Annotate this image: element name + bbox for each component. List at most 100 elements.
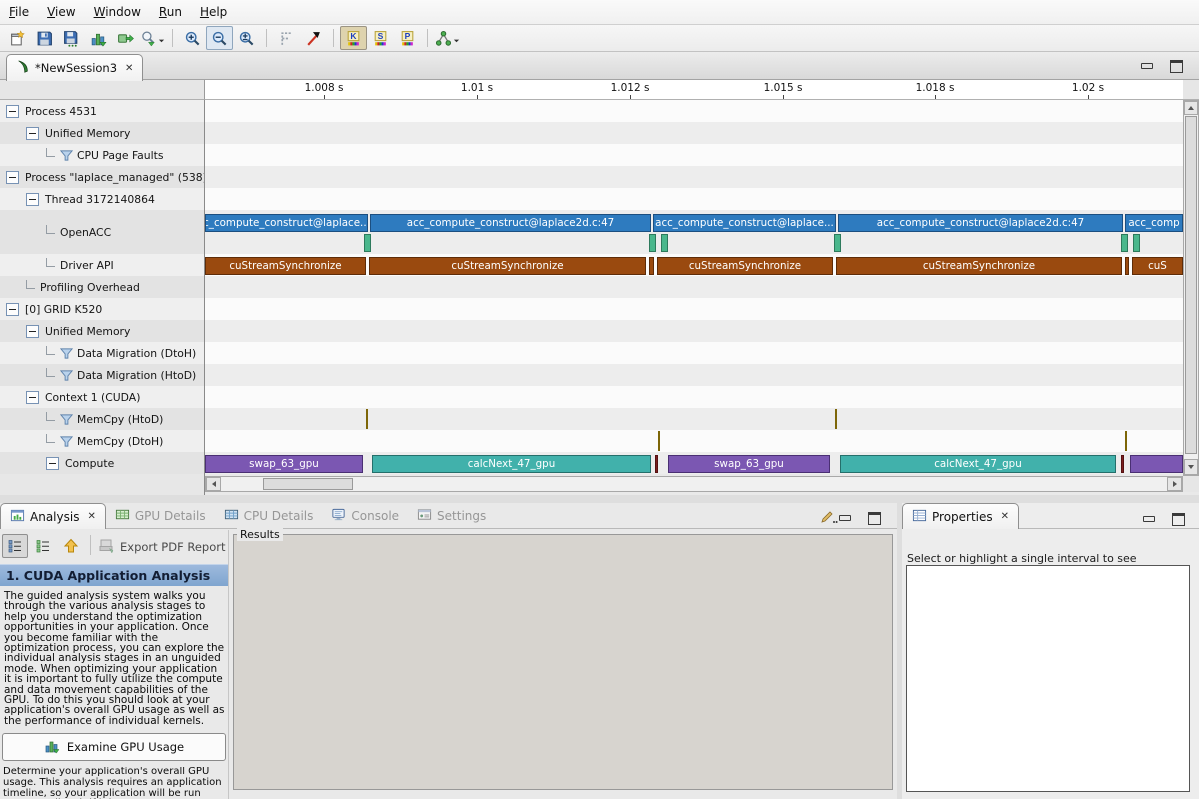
- analysis-back-button[interactable]: [58, 534, 84, 558]
- openacc-wait-marker[interactable]: [661, 234, 668, 252]
- collapse-toggle-icon[interactable]: [6, 105, 19, 118]
- tab-gpu-details[interactable]: GPU Details: [106, 503, 215, 528]
- minimize-icon[interactable]: [1141, 63, 1153, 69]
- driver-api-interval[interactable]: cuS: [1132, 257, 1183, 275]
- tab-settings[interactable]: Settings: [408, 503, 495, 528]
- horizontal-scrollbar[interactable]: [205, 476, 1183, 492]
- menu-window[interactable]: Window: [85, 1, 150, 23]
- tree-row-data-migration-dtoh[interactable]: Data Migration (DtoH): [0, 342, 204, 364]
- chevron-down-icon[interactable]: [158, 29, 165, 48]
- examine-gpu-usage-button[interactable]: Examine GPU Usage: [2, 733, 226, 761]
- tab-cpu-details[interactable]: CPU Details: [215, 503, 323, 528]
- tree-row-process-laplace-managed-538[interactable]: Process "laplace_managed" (538): [0, 166, 204, 188]
- chevron-down-icon[interactable]: [453, 29, 460, 48]
- maximize-icon[interactable]: [868, 512, 881, 525]
- compute-kernel-interval[interactable]: [1130, 455, 1183, 473]
- openacc-interval[interactable]: c_compute_construct@laplace...: [205, 214, 368, 232]
- collapse-toggle-icon[interactable]: [46, 457, 59, 470]
- view-menu-pencil-icon[interactable]: [820, 509, 838, 525]
- minimize-icon[interactable]: [1143, 516, 1155, 522]
- compute-kernel-interval[interactable]: [655, 455, 658, 473]
- scroll-down-button[interactable]: [1184, 459, 1198, 475]
- tree-row-unified-memory[interactable]: Unified Memory: [0, 122, 204, 144]
- zoom-in-button[interactable]: [179, 26, 206, 50]
- driver-api-interval[interactable]: cuStreamSynchronize: [836, 257, 1122, 275]
- memcpy-htod-marker[interactable]: [366, 409, 368, 429]
- menu-help[interactable]: Help: [191, 1, 236, 23]
- run-application-button[interactable]: [112, 26, 139, 50]
- collapse-toggle-icon[interactable]: [6, 303, 19, 316]
- driver-api-interval[interactable]: cuStreamSynchronize: [657, 257, 833, 275]
- zoom-out-button[interactable]: [206, 26, 233, 50]
- tree-row-thread-3172140864[interactable]: Thread 3172140864: [0, 188, 204, 210]
- driver-api-interval[interactable]: [1125, 257, 1129, 275]
- openacc-wait-marker[interactable]: [1133, 234, 1140, 252]
- save-as-button[interactable]: [58, 26, 85, 50]
- openacc-wait-marker[interactable]: [1121, 234, 1128, 252]
- color-by-stream-button[interactable]: S: [367, 26, 394, 50]
- tree-row-driver-api[interactable]: Driver API: [0, 254, 204, 276]
- tree-row-profiling-overhead[interactable]: Profiling Overhead: [0, 276, 204, 298]
- goto-marker-button[interactable]: [300, 26, 327, 50]
- close-icon[interactable]: ✕: [125, 63, 133, 74]
- filter-funnel-icon[interactable]: [60, 435, 73, 448]
- tab-session[interactable]: *NewSession3 ✕: [6, 54, 143, 81]
- save-button[interactable]: [31, 26, 58, 50]
- analysis-unguided-view-button[interactable]: [30, 534, 56, 558]
- tree-row-cpu-page-faults[interactable]: CPU Page Faults: [0, 144, 204, 166]
- close-icon[interactable]: ✕: [87, 511, 95, 522]
- memcpy-dtoh-marker[interactable]: [1125, 431, 1127, 451]
- horizontal-scroll-thumb[interactable]: [263, 478, 353, 490]
- minimize-icon[interactable]: [839, 515, 851, 521]
- compute-kernel-interval[interactable]: calcNext_47_gpu: [840, 455, 1116, 473]
- maximize-icon[interactable]: [1172, 513, 1185, 526]
- topology-button[interactable]: [434, 26, 461, 50]
- openacc-interval[interactable]: acc_compute_construct@laplace2d.c:47: [370, 214, 651, 232]
- compute-kernel-interval[interactable]: swap_63_gpu: [668, 455, 830, 473]
- driver-api-interval[interactable]: cuStreamSynchronize: [205, 257, 366, 275]
- filter-funnel-icon[interactable]: [60, 149, 73, 162]
- tree-row-data-migration-htod[interactable]: Data Migration (HtoD): [0, 364, 204, 386]
- openacc-wait-marker[interactable]: [649, 234, 656, 252]
- filter-funnel-icon[interactable]: [60, 413, 73, 426]
- tree-row-compute[interactable]: Compute: [0, 452, 204, 474]
- scroll-right-button[interactable]: [1167, 477, 1182, 491]
- filter-funnel-icon[interactable]: [60, 347, 73, 360]
- openacc-wait-marker[interactable]: [364, 234, 371, 252]
- close-icon[interactable]: ✕: [1001, 511, 1009, 522]
- compute-kernel-interval[interactable]: [1121, 455, 1124, 473]
- analysis-guided-view-button[interactable]: [2, 534, 28, 558]
- openacc-interval[interactable]: acc_compute_construct@laplace2d.c:47: [838, 214, 1123, 232]
- openacc-interval[interactable]: acc_comp: [1125, 214, 1183, 232]
- menu-file[interactable]: File: [0, 1, 38, 23]
- tab-properties[interactable]: Properties✕: [902, 503, 1019, 529]
- mark-timeline-button[interactable]: [273, 26, 300, 50]
- collapse-toggle-icon[interactable]: [26, 391, 39, 404]
- driver-api-interval[interactable]: [649, 257, 654, 275]
- compute-kernel-interval[interactable]: swap_63_gpu: [205, 455, 363, 473]
- memcpy-dtoh-marker[interactable]: [658, 431, 660, 451]
- color-by-kernel-button[interactable]: K: [340, 26, 367, 50]
- tree-row-memcpy-htod[interactable]: MemCpy (HtoD): [0, 408, 204, 430]
- driver-api-interval[interactable]: cuStreamSynchronize: [369, 257, 646, 275]
- export-pdf-report-button[interactable]: Export PDF Report: [98, 536, 225, 558]
- generate-timeline-button[interactable]: [85, 26, 112, 50]
- collapse-toggle-icon[interactable]: [26, 325, 39, 338]
- tree-row-memcpy-dtoh[interactable]: MemCpy (DtoH): [0, 430, 204, 452]
- tab-analysis[interactable]: Analysis✕: [0, 503, 106, 529]
- menu-view[interactable]: View: [38, 1, 84, 23]
- tab-console[interactable]: Console: [322, 503, 408, 528]
- color-by-process-button[interactable]: P: [394, 26, 421, 50]
- maximize-icon[interactable]: [1170, 60, 1183, 73]
- zoom-tool-button[interactable]: [139, 26, 166, 50]
- collapse-toggle-icon[interactable]: [26, 193, 39, 206]
- scroll-left-button[interactable]: [206, 477, 221, 491]
- filter-funnel-icon[interactable]: [60, 369, 73, 382]
- tree-row-openacc[interactable]: OpenACC: [0, 210, 204, 254]
- tree-row-process-4531[interactable]: Process 4531: [0, 100, 204, 122]
- new-session-button[interactable]: [4, 26, 31, 50]
- tree-row-0-grid-k520[interactable]: [0] GRID K520: [0, 298, 204, 320]
- scroll-up-button[interactable]: [1184, 101, 1198, 115]
- menu-run[interactable]: Run: [150, 1, 191, 23]
- openacc-interval[interactable]: acc_compute_construct@laplace...: [653, 214, 836, 232]
